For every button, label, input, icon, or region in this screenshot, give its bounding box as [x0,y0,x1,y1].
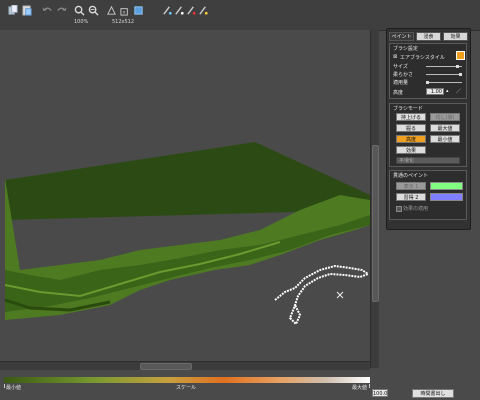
apply-effect-label: 効果の適用 [403,206,429,212]
horizontal-scroll-thumb[interactable] [140,363,192,370]
size-label: サイズ [393,64,408,70]
resolution-label: 512x512 [112,19,135,25]
mode-min-button[interactable]: 最小値 [430,135,460,143]
erase-icon[interactable] [186,5,197,16]
mode-effect-select-value: 平滑化 [399,158,415,164]
brush-icon[interactable] [174,5,185,16]
paint-icon[interactable] [162,5,173,16]
resize-icon[interactable] [133,5,144,16]
mask-paint-title: 貫通のペイント [393,173,429,179]
zoom-in-icon[interactable] [74,5,85,16]
vertical-scroll-thumb[interactable] [372,145,379,302]
redo-icon[interactable] [56,5,67,16]
height-input[interactable]: 1.00 [426,88,444,95]
scale-max-label: 最大値 [352,385,368,391]
height-stepper-icon[interactable]: ▴ [446,88,449,94]
brush-mode-group: ブラシモード 持上げる 均し(滑) 掘る 最大値 高度 最小値 効果 平滑化 [389,103,467,167]
scale-min-label: 最小値 [6,385,22,391]
mask1-color-swatch[interactable] [430,182,463,190]
paste-icon[interactable] [22,5,33,16]
brush-settings-group: ブラシ設定 ⊠ エアブラシスタイル サイズ 柔らかさ 適用量 高度 1.00 ▴… [389,43,467,99]
mask-paint-group: 貫通のペイント 表示 1 習得 2 効果の適用 [389,170,467,220]
height-color-scale [4,377,370,383]
height-label: 高度 [393,90,404,96]
svg-text:x: x [123,10,126,15]
height-picker-icon[interactable]: ／ [456,88,461,95]
mode-height-button[interactable]: 高度 [396,135,426,143]
zoom-out-icon[interactable] [88,5,99,16]
brush-style-label[interactable]: エアブラシスタイル [400,54,445,61]
cursor-icon [336,291,344,299]
mode-dig-button[interactable]: 掘る [396,124,426,132]
toolbar: x 100% 512x512 [0,0,480,31]
paint-panel: ペイント 浸食 効果 ブラシ設定 ⊠ エアブラシスタイル サイズ 柔らかさ 適用… [386,28,471,230]
fit-view-icon[interactable] [106,5,117,16]
brush-stroke [274,264,370,326]
mode-effect-button[interactable]: 効果 [396,146,426,154]
amount-slider[interactable] [426,81,462,84]
scale-mid-label: スケール [176,385,197,391]
airbrush-icon[interactable] [456,51,465,60]
size-slider[interactable] [426,65,462,68]
mask1-button[interactable]: 表示 1 [396,182,426,190]
brush-style-icon: ⊠ [393,54,398,60]
horizontal-scrollbar[interactable] [0,361,370,370]
tab-erosion[interactable]: 浸食 [416,32,441,41]
mode-max-button[interactable]: 最大値 [430,124,460,132]
panel-tabs: ペイント 浸食 効果 [389,32,468,41]
softness-label: 柔らかさ [393,72,414,78]
mask2-color-swatch[interactable] [430,193,463,201]
amount-label: 適用量 [393,80,409,86]
tab-paint[interactable]: ペイント [389,32,414,41]
mode-smooth-button[interactable]: 均し(滑) [430,113,460,121]
terrain-viewport[interactable] [0,30,370,370]
scale-value-input[interactable]: 100.0 [372,389,388,397]
brush-mode-title: ブラシモード [393,106,423,112]
brush-settings-title: ブラシ設定 [393,46,418,52]
mode-effect-select[interactable]: 平滑化 [396,157,460,164]
mode-raise-button[interactable]: 持上げる [396,113,426,121]
copy-icon[interactable] [8,5,19,16]
export-button[interactable]: 時間書出し [412,389,454,398]
grid-icon[interactable]: x [120,5,131,16]
undo-icon[interactable] [42,5,53,16]
mask2-button[interactable]: 習得 2 [396,193,426,201]
picker-icon[interactable] [198,5,209,16]
zoom-level: 100% [74,19,89,25]
tab-effects[interactable]: 効果 [443,32,468,41]
vertical-scrollbar[interactable] [370,30,379,368]
apply-effect-checkbox[interactable] [396,206,402,212]
softness-slider[interactable] [426,73,462,76]
